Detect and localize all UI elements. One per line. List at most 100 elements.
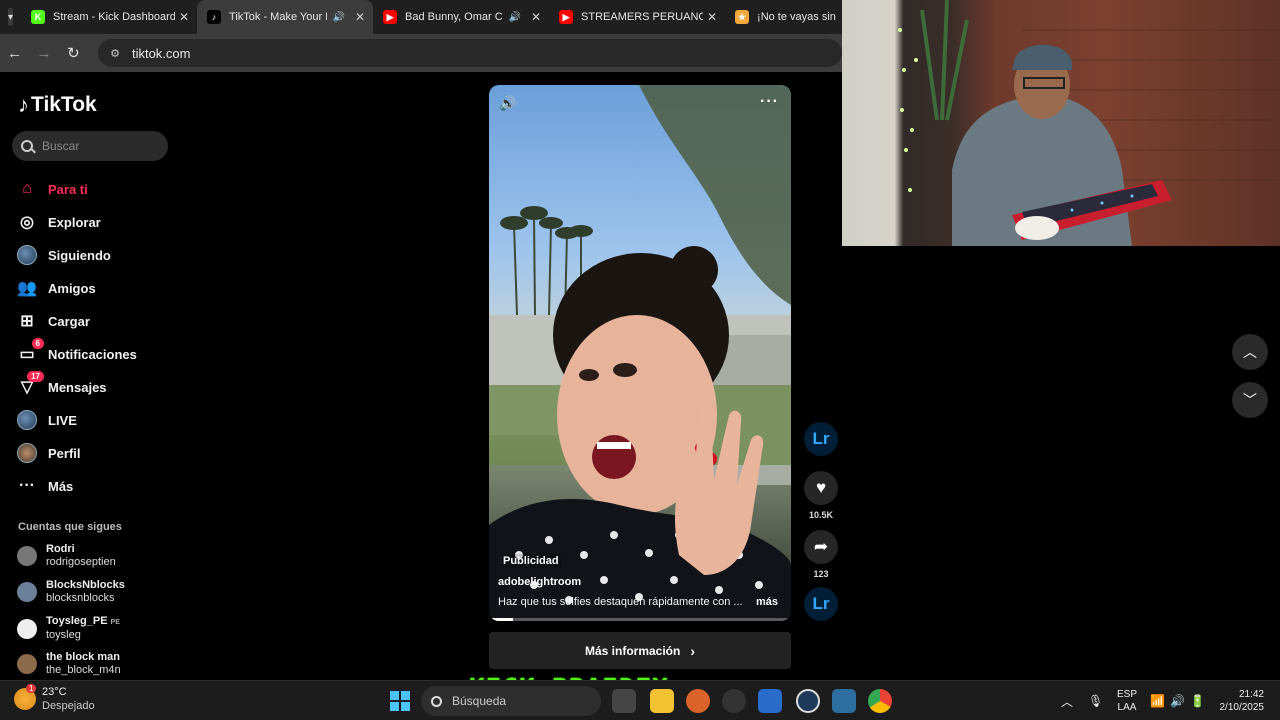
volume-icon[interactable]: 🔊 <box>499 95 516 112</box>
browser-tab[interactable]: ▶ STREAMERS PERUANOS qu ✕ <box>549 0 725 34</box>
ad-label: Publicidad <box>501 554 561 568</box>
sidebar-item-notificaciones[interactable]: ▭ 6 Notificaciones <box>16 338 137 367</box>
reload-icon[interactable]: ↻ <box>59 44 88 62</box>
tab-close-icon[interactable]: ✕ <box>179 10 189 24</box>
tab-close-icon[interactable]: ✕ <box>531 10 541 24</box>
brand-avatar-bottom[interactable]: Lr <box>803 587 839 621</box>
tab-favicon-icon: ♪ <box>207 10 222 24</box>
tab-close-icon[interactable]: ✕ <box>355 10 365 24</box>
back-arrow-icon[interactable]: ← <box>0 45 29 62</box>
avatar <box>17 245 37 265</box>
share-button[interactable]: ➦ 123 <box>803 530 839 579</box>
wifi-icon[interactable]: 📶 <box>1150 681 1165 720</box>
browser-tab[interactable]: ▶ Bad Bunny, Omar Courtz 🔊 ✕ <box>373 0 549 34</box>
sidebar-item-siguiendo[interactable]: Siguiendo <box>16 242 111 268</box>
lightroom-icon: Lr <box>804 422 838 456</box>
logo-text: TikTok <box>31 93 97 116</box>
screen: ▾ K Stream - Kick Dashboard ✕ ♪ TikTok - Mak… <box>0 0 1280 720</box>
lang-top: ESP <box>1117 689 1138 700</box>
video-progress-bar[interactable] <box>489 618 791 621</box>
sidebar-item-mensajes[interactable]: ▽ 17 Mensajes <box>16 371 107 400</box>
video-username[interactable]: adobelightroom <box>498 576 581 588</box>
followed-account[interactable]: the block man the_block_m4n <box>17 651 121 677</box>
taskbar-search[interactable]: Búsqueda <box>421 686 601 716</box>
account-name: BlocksNblocks <box>46 579 125 591</box>
tab-close-icon[interactable]: ✕ <box>707 10 717 24</box>
keyboard-language[interactable]: ESP LAA <box>1117 688 1137 714</box>
forward-arrow-icon[interactable]: → <box>29 45 58 62</box>
sidebar-item-label: Para ti <box>48 181 88 197</box>
more-icon: ··· <box>19 477 35 494</box>
app-icon[interactable] <box>722 689 746 713</box>
see-more-link[interactable]: más <box>756 596 778 608</box>
video-player[interactable]: 🔊 ··· Publicidad adobelightroom Haz que … <box>489 85 791 621</box>
taskbar-search-placeholder: Búsqueda <box>452 694 507 708</box>
brand-avatar-top[interactable]: Lr <box>803 422 839 456</box>
more-options-icon[interactable]: ··· <box>760 93 779 111</box>
avatar <box>17 582 37 602</box>
image-viewer-icon[interactable] <box>832 689 856 713</box>
tab-favicon-icon: ▶ <box>383 10 398 24</box>
file-explorer-icon[interactable] <box>650 689 674 713</box>
sidebar-item-perfil[interactable]: Perfil <box>16 440 81 466</box>
like-count: 10.5K <box>808 510 834 520</box>
sidebar-item-cargar[interactable]: ⊞ Cargar <box>16 308 90 334</box>
microphone-icon[interactable]: 🎙 <box>1088 681 1103 720</box>
account-handle: rodrigoseptien <box>46 556 116 568</box>
heart-icon: ♥ <box>804 471 838 505</box>
following-avatar-icon <box>16 244 38 266</box>
tabs: K Stream - Kick Dashboard ✕ ♪ TikTok - Make … <box>21 0 901 34</box>
battery-icon[interactable]: 🔋 <box>1190 681 1205 720</box>
tab-title: Bad Bunny, Omar Courtz <box>405 11 503 23</box>
avatar <box>17 443 37 463</box>
task-view-icon[interactable] <box>612 689 636 713</box>
firefox-icon[interactable] <box>686 689 710 713</box>
site-settings-icon[interactable]: ⚙ <box>110 47 120 60</box>
followed-account[interactable]: Rodri rodrigoseptien <box>17 543 116 569</box>
speaker-icon[interactable]: 🔊 <box>1170 681 1185 720</box>
browser-tab-strip: ▾ K Stream - Kick Dashboard ✕ ♪ TikTok - Mak… <box>0 0 893 34</box>
url-bar[interactable]: ⚙ tiktok.com <box>98 39 843 67</box>
sidebar-item-explorar[interactable]: ◎ Explorar <box>16 209 101 235</box>
tab-search-chevron-icon[interactable]: ▾ <box>8 8 14 26</box>
browser-tab[interactable]: K Stream - Kick Dashboard ✕ <box>21 0 197 34</box>
account-name: the block man <box>46 651 120 663</box>
search-input[interactable]: Buscar <box>12 131 168 161</box>
account-name: Rodri <box>46 543 75 555</box>
account-name: Toysleg_PE <box>46 615 108 627</box>
clock-time: 21:42 <box>1238 689 1264 700</box>
sidebar-item-live[interactable]: LIVE <box>16 407 77 433</box>
chrome-icon[interactable] <box>868 689 892 713</box>
sidebar-item-label: Mensajes <box>48 379 107 395</box>
windows-start-icon[interactable] <box>390 691 410 711</box>
sidebar-item-label: Cargar <box>48 313 90 329</box>
app-icon-2[interactable] <box>758 689 782 713</box>
next-video-button[interactable]: ﹀ <box>1232 382 1268 418</box>
like-button[interactable]: ♥ 10.5K <box>803 471 839 520</box>
video-progress-fill <box>489 618 514 621</box>
sidebar-item-amigos[interactable]: 👥 Amigos <box>16 275 96 301</box>
weather-widget[interactable]: 1 23°C Despejado <box>14 684 95 712</box>
webcam-frame <box>898 0 1280 246</box>
more-info-button[interactable]: Más información › <box>489 632 791 669</box>
show-hidden-icons-chevron-icon[interactable]: ︿ <box>1061 681 1073 720</box>
followed-account[interactable]: BlocksNblocks blocksnblocks <box>17 579 125 605</box>
sidebar-item-label: Siguiendo <box>48 247 111 263</box>
system-clock[interactable]: 21:42 2/10/2025 <box>1220 688 1265 714</box>
avatar <box>17 618 37 639</box>
sidebar-item-para-ti[interactable]: ⌂ Para ti <box>16 176 88 202</box>
tiktok-logo[interactable]: ♪ TikTok <box>18 92 97 118</box>
tab-title: TikTok - Make Your Day <box>229 11 326 23</box>
previous-video-button[interactable]: ︿ <box>1232 334 1268 370</box>
tab-audio-icon[interactable]: 🔊 <box>509 12 521 23</box>
followed-account[interactable]: Toysleg_PE PE toysleg <box>17 615 120 642</box>
tiktok-sidebar: ♪ TikTok Buscar ⌂ Para ti ◎ Explorar Siguien… <box>0 72 180 680</box>
share-icon: ➦ <box>804 530 838 564</box>
sidebar-item-m-s[interactable]: ··· Más <box>16 473 73 499</box>
obs-icon[interactable] <box>796 689 820 713</box>
sun-icon: 1 <box>14 684 37 710</box>
browser-tab[interactable]: ♪ TikTok - Make Your Day 🔊 ✕ <box>197 0 374 34</box>
tab-audio-icon[interactable]: 🔊 <box>333 12 345 23</box>
tiktok-note-icon: ♪ <box>18 92 29 117</box>
sidebar-item-label: Notificaciones <box>48 346 137 362</box>
